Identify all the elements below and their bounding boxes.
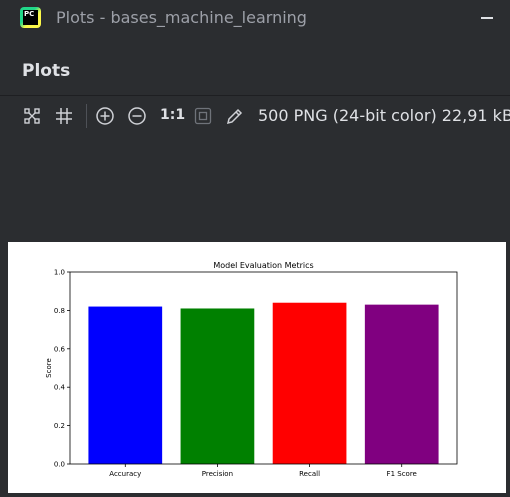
x-tick-label: Accuracy <box>109 470 141 478</box>
y-tick-label: 0.0 <box>54 461 65 469</box>
toolbar-divider <box>86 104 87 128</box>
fit-content-icon[interactable] <box>21 105 43 127</box>
actual-size-icon[interactable]: 1:1 <box>160 107 185 123</box>
bar-chart: Accuracy Precision Recall F1 Score 0.0 0.2 0.4… <box>45 261 458 478</box>
y-tick-label: 0.8 <box>54 307 65 315</box>
y-tick-label: 1.0 <box>54 269 65 277</box>
bar-precision <box>180 308 255 464</box>
x-tick-label: F1 Score <box>387 470 417 478</box>
bar-f1-score <box>364 304 439 464</box>
zoom-in-icon[interactable] <box>94 105 116 127</box>
minimize-icon[interactable] <box>478 8 496 26</box>
pycharm-logo-icon: PC <box>20 7 41 28</box>
grid-icon[interactable] <box>53 105 75 127</box>
zoom-out-icon[interactable] <box>126 105 148 127</box>
bar-accuracy <box>88 306 163 464</box>
panel-title: Plots <box>22 61 71 81</box>
image-info-label: 500 PNG (24-bit color) 22,91 kB <box>258 106 510 125</box>
y-tick-label: 0.2 <box>54 422 65 430</box>
title-bar: PC Plots - bases_machine_learning <box>0 0 510 36</box>
y-tick-label: 0.6 <box>54 345 66 353</box>
y-tick-label: 0.4 <box>54 384 66 392</box>
fit-zoom-icon[interactable] <box>192 105 214 127</box>
window-title: Plots - bases_machine_learning <box>56 8 307 27</box>
y-axis-label: Score <box>45 358 53 378</box>
color-picker-icon[interactable] <box>224 105 246 127</box>
panel-header: Plots <box>0 44 510 96</box>
divider <box>0 95 510 96</box>
plot-toolbar: 1:1 500 PNG (24-bit color) 22,91 kB <box>0 97 510 137</box>
x-tick-label: Recall <box>299 470 320 478</box>
logo-text: PC <box>23 10 38 25</box>
x-tick-label: Precision <box>202 470 233 478</box>
bar-recall <box>272 302 347 464</box>
plot-image: Accuracy Precision Recall F1 Score 0.0 0.2 0.4… <box>8 242 506 493</box>
chart-title: Model Evaluation Metrics <box>213 261 313 270</box>
